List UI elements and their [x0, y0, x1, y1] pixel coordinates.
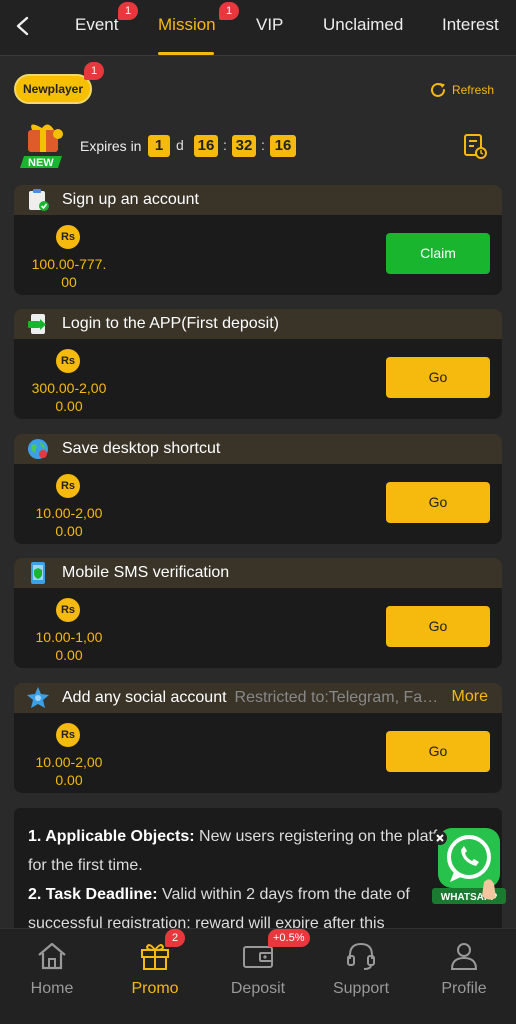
nav-home-label: Home — [30, 980, 74, 997]
timer-separator: : — [223, 137, 227, 153]
nav-promo-label: Promo — [131, 980, 179, 997]
top-tab-bar: Event 1 Mission 1 VIP Unclaimed Interest — [0, 0, 516, 56]
task-title: Sign up an account — [62, 191, 199, 208]
go-button[interactable]: Go — [386, 606, 490, 647]
rupee-coin-icon: Rs — [56, 598, 80, 622]
refresh-button[interactable]: Refresh — [428, 80, 494, 100]
record-icon[interactable] — [462, 132, 488, 160]
nav-support-label: Support — [332, 980, 390, 997]
nav-deposit-label: Deposit — [230, 980, 286, 997]
active-tab-indicator — [158, 52, 214, 55]
headset-icon — [347, 942, 375, 970]
rupee-coin-icon: Rs — [56, 225, 80, 249]
task-card-signup: Sign up an account Rs 100.00-777. 00 Clai… — [14, 185, 502, 295]
nav-promo[interactable]: Promo — [105, 929, 205, 1024]
task-reward-amount: 300.00-2,00 0.00 — [31, 380, 107, 414]
expires-label: Expires in — [80, 138, 142, 154]
refresh-label: Refresh — [451, 83, 494, 97]
nav-promo-badge: 2 — [165, 929, 185, 947]
nav-deposit-badge: +0.5% — [268, 929, 310, 947]
go-button[interactable]: Go — [386, 731, 490, 772]
timer-hours: 16 — [194, 135, 218, 157]
new-gift-icon: NEW — [20, 124, 63, 169]
tab-mission-badge: 1 — [219, 2, 239, 20]
app-login-icon — [28, 314, 46, 334]
rupee-coin-icon: Rs — [56, 723, 80, 747]
task-card-sms-verification: Mobile SMS verification Rs 10.00-1,00 0.0… — [14, 558, 502, 668]
task-title: Save desktop shortcut — [62, 440, 221, 457]
timer-seconds: 16 — [270, 135, 296, 157]
mission-rules: 1. Applicable Objects: New users registe… — [14, 808, 502, 948]
claim-button[interactable]: Claim — [386, 233, 490, 274]
globe-icon — [28, 439, 48, 459]
task-card-login-app: Login to the APP(First deposit) Rs 300.0… — [14, 309, 502, 419]
bottom-navigation: Home Promo 2 Deposit +0.5% Support Profi… — [0, 928, 516, 1024]
timer-separator: : — [261, 137, 265, 153]
new-tag: NEW — [28, 157, 54, 169]
tab-unclaimed[interactable]: Unclaimed — [323, 15, 403, 35]
timer-days: 1 — [148, 135, 170, 157]
nav-profile-label: Profile — [441, 980, 487, 997]
more-link[interactable]: More — [452, 688, 488, 706]
tab-event[interactable]: Event — [75, 15, 118, 35]
rule-2-title: 2. Task Deadline: — [28, 886, 158, 903]
tab-event-badge: 1 — [118, 2, 138, 20]
rule-1-title: 1. Applicable Objects: — [28, 828, 195, 845]
timer-day-unit: d — [176, 137, 184, 153]
profile-icon — [450, 943, 478, 970]
nav-profile[interactable]: Profile — [414, 929, 514, 1024]
task-reward-amount: 10.00-2,00 0.00 — [35, 505, 103, 539]
task-reward-amount: 10.00-2,00 0.00 — [35, 754, 103, 788]
restricted-platforms: Restricted to:Telegram, Facebook — [234, 689, 443, 706]
task-title: Add any social account — [62, 689, 227, 706]
task-reward-amount: 10.00-1,00 0.00 — [35, 629, 103, 663]
whatsapp-float-button[interactable]: WHATSAPP — [432, 826, 508, 910]
phone-shield-icon — [31, 562, 45, 584]
expiry-timer-row: NEW Expires in 1 d 16 : 32 : 16 — [14, 120, 502, 176]
rupee-coin-icon: Rs — [56, 349, 80, 373]
clipboard-check-icon — [29, 189, 49, 211]
tab-mission[interactable]: Mission — [158, 15, 216, 35]
task-title: Login to the APP(First deposit) — [62, 315, 279, 332]
nav-home[interactable]: Home — [2, 929, 102, 1024]
go-button[interactable]: Go — [386, 357, 490, 398]
tab-vip[interactable]: VIP — [256, 15, 283, 35]
tab-interest[interactable]: Interest — [442, 15, 499, 35]
newplayer-badge: 1 — [84, 62, 104, 80]
rupee-coin-icon: Rs — [56, 474, 80, 498]
social-star-icon — [27, 687, 49, 708]
home-icon — [38, 942, 66, 970]
nav-support[interactable]: Support — [311, 929, 411, 1024]
refresh-icon — [430, 82, 445, 97]
task-card-social-account: Add any social account Restricted to:Tel… — [14, 683, 502, 793]
timer-minutes: 32 — [232, 135, 256, 157]
back-arrow-icon[interactable] — [10, 12, 36, 40]
go-button[interactable]: Go — [386, 482, 490, 523]
task-title: Mobile SMS verification — [62, 564, 230, 581]
task-card-desktop-shortcut: Save desktop shortcut Rs 10.00-2,00 0.00 … — [14, 434, 502, 544]
whatsapp-icon: WHATSAPP — [432, 828, 506, 904]
newplayer-tab[interactable]: Newplayer — [14, 74, 92, 104]
task-reward-amount: 100.00-777. 00 — [31, 256, 107, 290]
